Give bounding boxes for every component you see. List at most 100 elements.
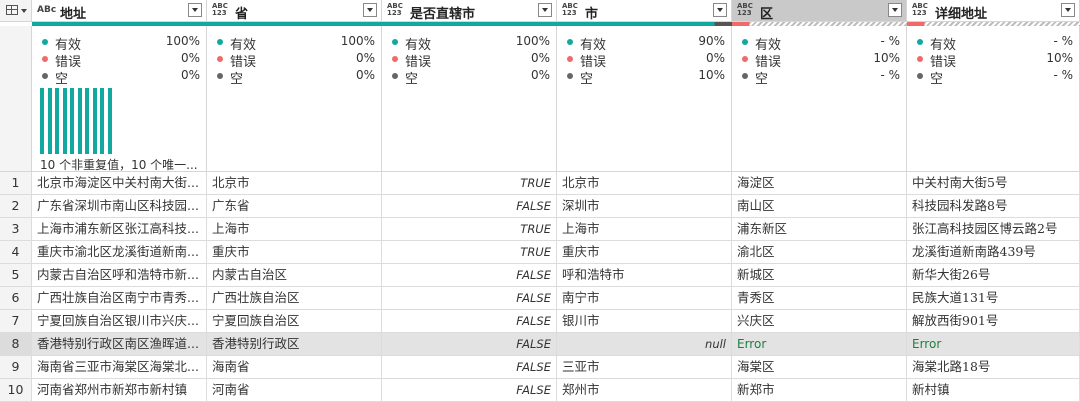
cell-detail-address[interactable]: 龙溪街道新南路439号	[907, 241, 1080, 264]
cell-is-municipality[interactable]: FALSE	[382, 379, 557, 402]
cell-is-municipality[interactable]: FALSE	[382, 195, 557, 218]
cell-province[interactable]: 广东省	[207, 195, 382, 218]
distribution-bar[interactable]	[85, 88, 89, 154]
distribution-bar[interactable]	[92, 88, 97, 154]
distribution-bar[interactable]	[100, 88, 104, 154]
column-filter-dropdown[interactable]	[888, 3, 902, 17]
cell-district[interactable]: Error	[732, 333, 907, 356]
column-header-district[interactable]: ABC 123 区	[732, 0, 907, 22]
row-number[interactable]: 9	[0, 356, 32, 379]
cell-address[interactable]: 海南省三亚市海棠区海棠北...	[32, 356, 207, 379]
cell-province[interactable]: 北京市	[207, 172, 382, 195]
cell-city[interactable]: 呼和浩特市	[557, 264, 732, 287]
cell-province[interactable]: 上海市	[207, 218, 382, 241]
table-row[interactable]: 6 广西壮族自治区南宁市青秀... 广西壮族自治区 FALSE 南宁市 青秀区 民族大道13…	[0, 287, 1080, 310]
any-type-icon[interactable]: ABC 123	[912, 3, 928, 17]
cell-is-municipality[interactable]: FALSE	[382, 264, 557, 287]
cell-district[interactable]: 青秀区	[732, 287, 907, 310]
column-filter-dropdown[interactable]	[538, 3, 552, 17]
cell-address[interactable]: 上海市浦东新区张江高科技...	[32, 218, 207, 241]
cell-address[interactable]: 宁夏回族自治区银川市兴庆...	[32, 310, 207, 333]
cell-address[interactable]: 北京市海淀区中关村南大街...	[32, 172, 207, 195]
cell-is-municipality[interactable]: TRUE	[382, 241, 557, 264]
column-header-is-municipality[interactable]: ABC 123 是否直辖市	[382, 0, 557, 22]
distribution-bar[interactable]	[55, 88, 59, 154]
row-number[interactable]: 10	[0, 379, 32, 402]
cell-detail-address[interactable]: 解放西街901号	[907, 310, 1080, 333]
distribution-bar[interactable]	[70, 88, 74, 154]
distribution-bar[interactable]	[47, 88, 52, 154]
cell-is-municipality[interactable]: FALSE	[382, 333, 557, 356]
cell-city[interactable]: null	[557, 333, 732, 356]
cell-province[interactable]: 河南省	[207, 379, 382, 402]
cell-detail-address[interactable]: 民族大道131号	[907, 287, 1080, 310]
any-type-icon[interactable]: ABC 123	[212, 3, 228, 17]
cell-city[interactable]: 南宁市	[557, 287, 732, 310]
cell-city[interactable]: 北京市	[557, 172, 732, 195]
column-header-province[interactable]: ABC 123 省	[207, 0, 382, 22]
cell-district[interactable]: 渝北区	[732, 241, 907, 264]
cell-detail-address[interactable]: 新村镇	[907, 379, 1080, 402]
cell-district[interactable]: 海淀区	[732, 172, 907, 195]
cell-is-municipality[interactable]: TRUE	[382, 218, 557, 241]
column-header-address[interactable]: ABc 地址	[32, 0, 207, 22]
cell-province[interactable]: 重庆市	[207, 241, 382, 264]
cell-province[interactable]: 香港特别行政区	[207, 333, 382, 356]
cell-district[interactable]: 兴庆区	[732, 310, 907, 333]
row-number[interactable]: 7	[0, 310, 32, 333]
cell-detail-address[interactable]: 科技园科发路8号	[907, 195, 1080, 218]
table-row[interactable]: 7 宁夏回族自治区银川市兴庆... 宁夏回族自治区 FALSE 银川市 兴庆区 解放西街90…	[0, 310, 1080, 333]
cell-detail-address[interactable]: 张江高科技园区博云路2号	[907, 218, 1080, 241]
row-number[interactable]: 8	[0, 333, 32, 356]
table-row[interactable]: 2 广东省深圳市南山区科技园... 广东省 FALSE 深圳市 南山区 科技园科发路8号	[0, 195, 1080, 218]
distribution-bar[interactable]	[62, 88, 67, 154]
column-header-city[interactable]: ABC 123 市	[557, 0, 732, 22]
table-row[interactable]: 5 内蒙古自治区呼和浩特市新... 内蒙古自治区 FALSE 呼和浩特市 新城区 新华大街2…	[0, 264, 1080, 287]
cell-is-municipality[interactable]: FALSE	[382, 356, 557, 379]
cell-province[interactable]: 广西壮族自治区	[207, 287, 382, 310]
cell-province[interactable]: 内蒙古自治区	[207, 264, 382, 287]
cell-province[interactable]: 宁夏回族自治区	[207, 310, 382, 333]
cell-province[interactable]: 海南省	[207, 356, 382, 379]
cell-address[interactable]: 广东省深圳市南山区科技园...	[32, 195, 207, 218]
distribution-bar[interactable]	[77, 88, 82, 154]
distribution-bar[interactable]	[40, 88, 44, 154]
row-number[interactable]: 3	[0, 218, 32, 241]
table-row[interactable]: 1 北京市海淀区中关村南大街... 北京市 TRUE 北京市 海淀区 中关村南大街5号	[0, 172, 1080, 195]
cell-city[interactable]: 银川市	[557, 310, 732, 333]
any-type-icon[interactable]: ABC 123	[562, 3, 578, 17]
any-type-icon[interactable]: ABC 123	[737, 3, 753, 17]
row-number[interactable]: 5	[0, 264, 32, 287]
cell-detail-address[interactable]: 海棠北路18号	[907, 356, 1080, 379]
table-row[interactable]: 10 河南省郑州市新郑市新村镇 河南省 FALSE 郑州市 新郑市 新村镇	[0, 379, 1080, 402]
any-type-icon[interactable]: ABC 123	[387, 3, 403, 17]
row-number[interactable]: 1	[0, 172, 32, 195]
row-number[interactable]: 4	[0, 241, 32, 264]
text-type-icon[interactable]: ABc	[37, 6, 56, 15]
table-menu-button[interactable]	[0, 0, 32, 22]
cell-city[interactable]: 三亚市	[557, 356, 732, 379]
cell-detail-address[interactable]: Error	[907, 333, 1080, 356]
table-row[interactable]: 8 香港特别行政区南区渔晖道... 香港特别行政区 FALSE null Error Err…	[0, 333, 1080, 356]
cell-address[interactable]: 广西壮族自治区南宁市青秀...	[32, 287, 207, 310]
cell-city[interactable]: 郑州市	[557, 379, 732, 402]
cell-city[interactable]: 重庆市	[557, 241, 732, 264]
column-filter-dropdown[interactable]	[1061, 3, 1075, 17]
cell-district[interactable]: 新城区	[732, 264, 907, 287]
cell-is-municipality[interactable]: FALSE	[382, 287, 557, 310]
distribution-bar[interactable]	[107, 88, 112, 154]
row-number[interactable]: 6	[0, 287, 32, 310]
row-number[interactable]: 2	[0, 195, 32, 218]
column-filter-dropdown[interactable]	[713, 3, 727, 17]
table-row[interactable]: 3 上海市浦东新区张江高科技... 上海市 TRUE 上海市 浦东新区 张江高科技园区博云路…	[0, 218, 1080, 241]
table-row[interactable]: 4 重庆市渝北区龙溪街道新南... 重庆市 TRUE 重庆市 渝北区 龙溪街道新南路439号	[0, 241, 1080, 264]
cell-address[interactable]: 河南省郑州市新郑市新村镇	[32, 379, 207, 402]
cell-detail-address[interactable]: 中关村南大街5号	[907, 172, 1080, 195]
column-filter-dropdown[interactable]	[188, 3, 202, 17]
cell-district[interactable]: 浦东新区	[732, 218, 907, 241]
cell-city[interactable]: 上海市	[557, 218, 732, 241]
cell-detail-address[interactable]: 新华大街26号	[907, 264, 1080, 287]
column-header-detail-address[interactable]: ABC 123 详细地址	[907, 0, 1080, 22]
cell-is-municipality[interactable]: FALSE	[382, 310, 557, 333]
table-row[interactable]: 9 海南省三亚市海棠区海棠北... 海南省 FALSE 三亚市 海棠区 海棠北路18号	[0, 356, 1080, 379]
